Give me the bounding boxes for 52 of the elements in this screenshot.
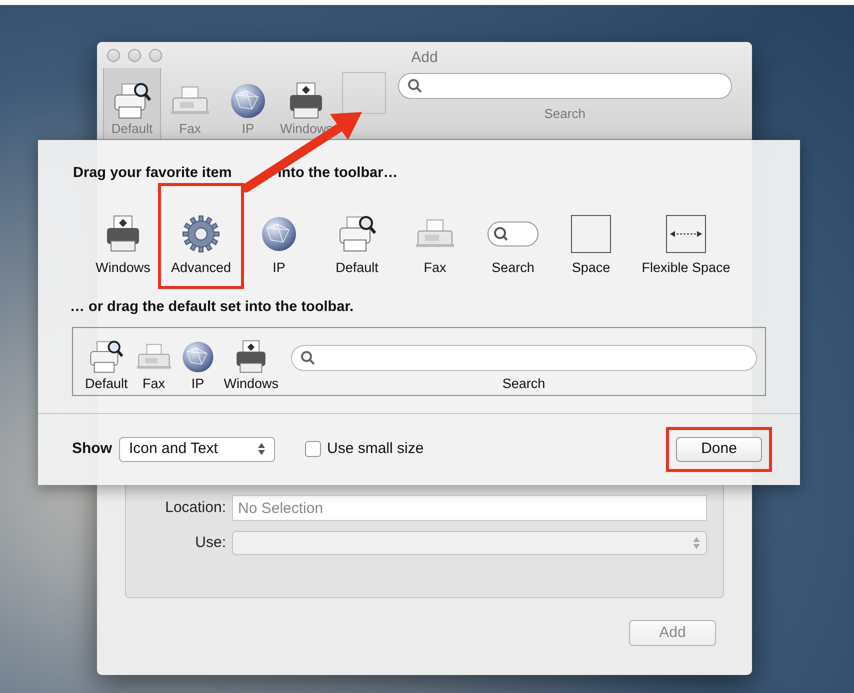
- stepper-arrows-icon: [693, 537, 700, 549]
- show-label: Show: [72, 439, 112, 459]
- space-icon: [571, 214, 611, 253]
- printer-magnifier-icon: [88, 338, 124, 374]
- palette-item[interactable]: IP: [259, 212, 299, 277]
- stepper-arrows-icon: [258, 443, 265, 456]
- palette-item-label: IP: [272, 258, 286, 277]
- palette-item[interactable]: Advanced: [170, 212, 232, 277]
- toolbar-item-label: Search: [544, 105, 586, 123]
- instruction-text: Drag your favorite item: [73, 164, 232, 183]
- palette-item[interactable]: Windows: [96, 212, 150, 277]
- flexible-space-icon: [666, 214, 706, 253]
- search-field[interactable]: [398, 73, 732, 99]
- use-popup-menu[interactable]: [232, 531, 707, 555]
- palette-item[interactable]: Space: [571, 212, 611, 277]
- palette-item-label: Search: [492, 258, 534, 277]
- palette-item[interactable]: Search: [487, 212, 539, 277]
- palette-item-label: Default: [336, 258, 378, 277]
- palette-item-label: Fax: [424, 258, 446, 277]
- window-title: Add: [411, 48, 438, 68]
- printer-magnifier-icon: [112, 81, 152, 121]
- default-toolbar-set[interactable]: Default Fax IP Windows Search: [72, 326, 766, 396]
- toolbar-item-label: IP: [191, 374, 204, 392]
- gear-icon: [180, 214, 221, 254]
- location-field[interactable]: No Selection: [232, 495, 707, 521]
- palette-item-label: Windows: [96, 258, 150, 277]
- globe-icon: [180, 338, 216, 374]
- done-button[interactable]: Done: [676, 436, 762, 462]
- printer-magnifier-icon: [337, 214, 377, 254]
- field-label: Location:: [164, 498, 226, 518]
- toolbar-item-label: Fax: [142, 374, 166, 392]
- window-control-button[interactable]: [149, 48, 162, 62]
- search-field-icon: [487, 220, 539, 248]
- checkbox-label: Use small size: [327, 439, 424, 459]
- palette-item-label: Flexible Space: [642, 258, 730, 277]
- palette-item-label: Space: [572, 258, 610, 277]
- window-control-button[interactable]: [128, 48, 141, 62]
- window-control-button[interactable]: [107, 48, 120, 62]
- show-popup-menu[interactable]: Icon and Text: [119, 436, 275, 462]
- instruction-text: … or drag the default set into the toolbar.: [69, 298, 355, 317]
- toolbar-item-label: Windows: [224, 374, 279, 392]
- palette-item[interactable]: Fax: [415, 212, 455, 277]
- globe-icon: [228, 81, 268, 121]
- search-icon: [300, 350, 316, 366]
- toolbar-item-label: Search: [502, 374, 546, 392]
- field-label: Use:: [194, 532, 226, 553]
- small-size-checkbox[interactable]: [305, 441, 321, 458]
- toolbar-item-label: Default: [85, 374, 128, 392]
- palette-item[interactable]: Flexible Space: [642, 212, 730, 277]
- palette-item-label: Advanced: [170, 258, 232, 277]
- search-icon: [406, 78, 423, 94]
- palette-item[interactable]: Default: [336, 212, 378, 277]
